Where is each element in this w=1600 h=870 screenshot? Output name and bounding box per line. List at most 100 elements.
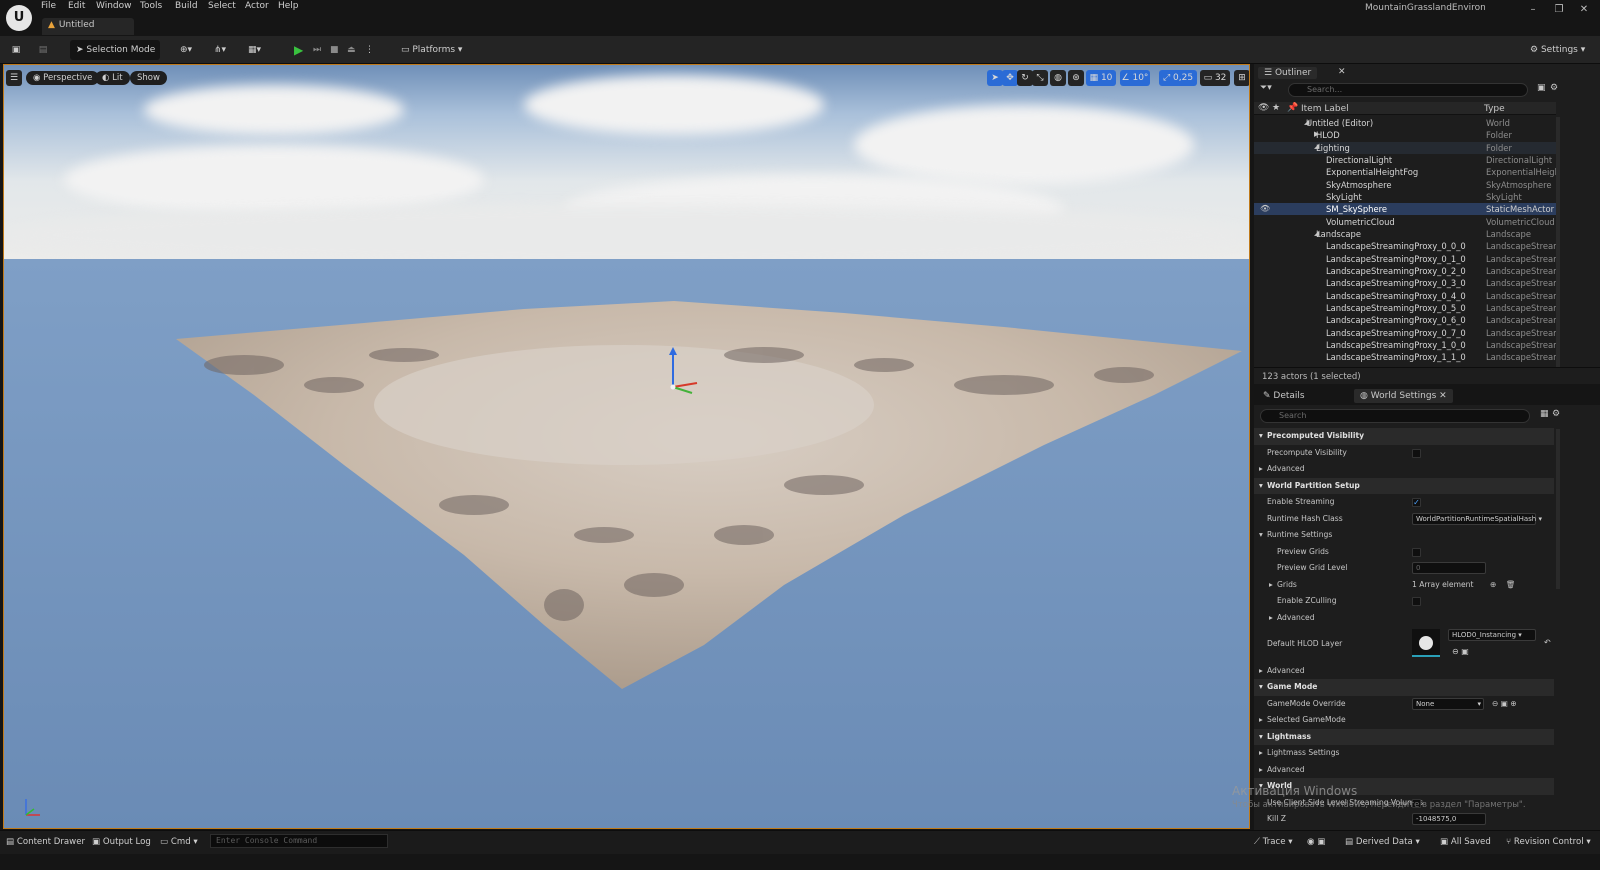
outliner-row[interactable]: LandscapeStreamingProxy_0_4_0 LandscapeSt… [1254,290,1556,302]
outliner-row[interactable]: LandscapeStreamingProxy_0_1_0 LandscapeSt… [1254,253,1556,265]
derived-data-button[interactable]: ▤ Derived Data ▾ [1345,834,1420,850]
outliner-settings-icon[interactable]: ⚙ [1550,83,1558,93]
menu-actor[interactable]: Actor [245,1,269,11]
tab-details[interactable]: ✎ Details [1258,390,1310,402]
details-search-input[interactable]: Search [1260,409,1530,423]
details-settings-icon[interactable]: ⚙ [1552,409,1560,419]
collapse-arrow-icon[interactable]: ▶ [1314,130,1319,138]
expand-arrow-icon[interactable]: ◢ [1314,142,1319,150]
outliner-row[interactable]: LandscapeStreamingProxy_0_7_0 LandscapeSt… [1254,327,1556,339]
outliner-row[interactable]: LandscapeStreamingProxy_0_0_0 LandscapeSt… [1254,240,1556,252]
pin-column-icon[interactable]: 📌 [1287,103,1298,113]
menu-window[interactable]: Window [96,1,132,11]
maximize-icon[interactable]: ❐ [1552,4,1566,15]
outliner-row[interactable]: HLOD Folder [1254,129,1556,141]
play-icon[interactable]: ▶ [294,40,306,60]
all-saved-button[interactable]: ▣ All Saved [1440,834,1491,850]
favorite-column-icon[interactable]: ★ [1272,103,1280,113]
lit-button[interactable]: ◐ Lit [95,71,130,85]
outliner-row-selected[interactable]: SM_SkySphere StaticMeshActor [1254,203,1556,216]
settings-button[interactable]: ⚙ Settings ▾ [1530,40,1594,60]
enable-zculling-checkbox[interactable] [1412,597,1421,606]
perspective-button[interactable]: ◉ Perspective [26,71,100,85]
details-scrollbar[interactable] [1556,429,1560,589]
outliner-row[interactable]: LandscapeStreamingProxy_0_3_0 LandscapeSt… [1254,277,1556,289]
menu-edit[interactable]: Edit [68,1,85,11]
viewport-menu-icon[interactable]: ☰ [6,70,22,86]
hlod-asset-thumbnail[interactable] [1412,629,1440,657]
step-icon[interactable]: ⏭ [313,40,325,60]
outliner-row[interactable]: Landscape Landscape [1254,228,1556,240]
platforms-dropdown[interactable]: ▭ Platforms ▾ [401,40,465,60]
level-viewport[interactable]: ☰ ◉ Perspective ◐ Lit Show ➤ ✥ ↻ ⤡ ◍ ⊛ ▦… [3,64,1250,829]
outliner-row[interactable]: LandscapeStreamingProxy_1_1_0 LandscapeSt… [1254,351,1556,363]
visibility-column-icon[interactable]: 👁 [1258,103,1269,113]
expand-arrow-icon[interactable]: ◢ [1314,229,1319,237]
unreal-logo-icon[interactable]: U [6,5,32,31]
outliner-search-input[interactable]: Search... [1288,83,1528,97]
tab-world-settings[interactable]: ◍ World Settings ✕ [1354,389,1453,403]
world-space-icon[interactable]: ◍ [1050,70,1066,86]
revision-control-button[interactable]: ⑂ Revision Control ▾ [1506,834,1591,850]
use-selected-icon[interactable]: ⊖ ▣ [1452,644,1469,661]
outliner-row[interactable]: LandscapeStreamingProxy_0_2_0 LandscapeSt… [1254,265,1556,277]
browse-icon[interactable]: ⊖ ▣ ⊕ [1492,696,1517,713]
preview-grids-checkbox[interactable] [1412,547,1421,557]
expander-lightmass-settings[interactable]: ▸ Lightmass Settings [1254,745,1554,762]
category-lightmass[interactable]: ▾ Lightmass [1254,728,1554,745]
trace-button[interactable]: ⟋ Trace ▾ [1254,834,1293,850]
expander-advanced[interactable]: ▸ Advanced [1254,610,1554,627]
outliner-row[interactable]: LandscapeStreamingProxy_0_5_0 LandscapeSt… [1254,302,1556,314]
outliner-row[interactable]: LandscapeStreamingProxy_0_6_0 LandscapeSt… [1254,314,1556,326]
close-window-icon[interactable]: ✕ [1577,4,1591,15]
selection-mode-dropdown[interactable]: ➤ Selection Mode ▾ [70,40,160,75]
type-column[interactable]: Type [1484,104,1505,114]
cinematics-icon[interactable]: ▦▾ [248,40,272,60]
outliner-row[interactable]: ExponentialHeightFogExponentialHeightF [1254,166,1556,178]
save-icon[interactable]: ▣ [9,40,23,60]
kill-z-input[interactable]: -1048575,0 [1412,813,1486,825]
viewport-layout-icon[interactable]: ⊞ [1234,70,1249,86]
category-game-mode[interactable]: ▾ Game Mode [1254,679,1554,696]
outliner-row[interactable]: DirectionalLight DirectionalLight [1254,154,1556,166]
landscape-mesh[interactable] [4,65,1250,829]
menu-select[interactable]: Select [208,1,236,11]
outliner-row[interactable]: Untitled (Editor) World [1254,117,1556,129]
add-actor-icon[interactable]: ⊕▾ [180,40,204,60]
expander-advanced[interactable]: ▸ Advanced [1254,762,1554,779]
camera-speed-button[interactable]: ▭ 32 [1200,70,1230,86]
outliner-row[interactable]: LandscapeStreamingProxy_1_0_0 LandscapeSt… [1254,339,1556,351]
menu-help[interactable]: Help [278,1,299,11]
expand-arrow-icon[interactable]: ◢ [1304,118,1309,126]
category-world-partition-setup[interactable]: ▾ World Partition Setup [1254,477,1554,494]
grid-snap-toggle[interactable]: ▦ 10 [1086,70,1116,86]
expander-advanced[interactable]: ▸ Advanced [1254,663,1554,680]
level-tab[interactable]: ▲ Untitled [42,18,134,35]
scale-tool-icon[interactable]: ⤡ [1032,70,1048,86]
tab-outliner[interactable]: ☰ Outliner [1258,67,1318,79]
add-element-icon[interactable]: ⊕ [1490,577,1496,594]
output-log-button[interactable]: ▣ Output Log [92,834,151,850]
close-outliner-icon[interactable]: ✕ [1338,67,1346,77]
hlod-layer-dropdown[interactable]: HLOD0_Instancing ▾ [1448,629,1536,641]
content-drawer-button[interactable]: ▤ Content Drawer [6,834,85,850]
expander-advanced[interactable]: ▸ Advanced [1254,461,1554,478]
menu-build[interactable]: Build [175,1,198,11]
play-options-icon[interactable]: ⋮ [365,40,374,60]
property-matrix-icon[interactable]: ▦ [1540,409,1549,419]
menu-file[interactable]: File [41,1,56,11]
record-icon[interactable]: ◉ ▣ [1307,834,1325,850]
enable-streaming-checkbox[interactable]: ✓ [1412,498,1421,507]
delete-icon[interactable]: 🗑 [1506,577,1516,594]
filter-icon[interactable]: ⏷▾ [1260,83,1272,93]
outliner-row[interactable]: VolumetricCloud VolumetricCloud [1254,216,1556,228]
expander-selected-gamemode[interactable]: ▸ Selected GameMode [1254,712,1554,729]
precompute-visibility-checkbox[interactable] [1412,449,1421,458]
minimize-icon[interactable]: – [1526,4,1540,15]
subgroup-runtime-settings[interactable]: ▾ Runtime Settings [1254,527,1554,544]
item-label-column[interactable]: Item Label [1301,104,1349,114]
rotate-tool-icon[interactable]: ↻ [1017,70,1033,86]
content-browser-icon[interactable]: ▤ [36,40,50,60]
menu-tools[interactable]: Tools [140,1,162,11]
blueprint-icon[interactable]: ⋔▾ [214,40,238,60]
